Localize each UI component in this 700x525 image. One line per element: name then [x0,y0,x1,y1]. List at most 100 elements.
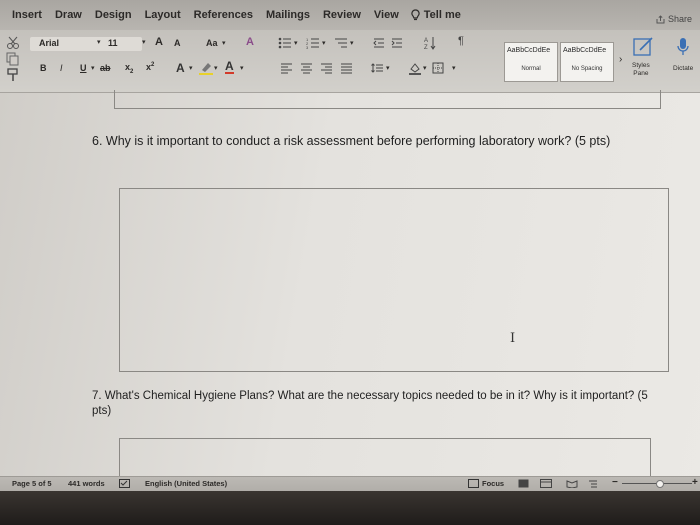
question-7-answer-box[interactable] [119,438,651,479]
styles-pane-button[interactable]: Styles Pane [632,62,650,78]
increase-indent-icon[interactable] [391,37,403,49]
tab-review[interactable]: Review [323,9,361,21]
styles-pane-icon[interactable] [632,36,656,58]
align-center-icon[interactable] [300,62,313,74]
print-layout-icon[interactable] [518,479,529,488]
italic-button[interactable]: I [60,63,63,73]
text-cursor-icon: I [510,331,516,346]
zoom-slider-thumb[interactable] [656,480,664,488]
chevron-down-icon: ▾ [423,65,427,72]
tab-draw[interactable]: Draw [55,9,82,21]
chevron-down-icon: ▾ [189,65,193,72]
chevron-down-icon: ▾ [240,65,244,72]
style-no-spacing[interactable]: AaBbCcDdEe No Spacing [560,42,614,82]
format-painter-icon[interactable] [6,68,20,82]
shading-icon[interactable] [408,61,422,75]
previous-answer-box[interactable] [114,90,661,109]
read-mode-icon[interactable] [566,479,578,488]
superscript-button[interactable]: x2 [146,62,154,72]
document-page[interactable]: 6. Why is it important to conduct a risk… [72,90,692,479]
font-size-box[interactable]: ▾ 11 ▾ [97,37,146,51]
font-color-button[interactable]: A [225,60,234,74]
ribbon-tabs: Insert Draw Design Layout References Mai… [0,0,700,30]
language-indicator[interactable]: English (United States) [145,479,227,488]
font-name-value: Arial [39,38,60,48]
bold-button[interactable]: B [40,63,47,73]
align-left-icon[interactable] [280,62,293,74]
chevron-down-icon: ▾ [386,65,390,72]
subscript-button[interactable]: x2 [125,62,133,75]
style-no-spacing-name: No Spacing [571,66,603,72]
underline-button[interactable]: U [80,63,87,73]
shrink-font-button[interactable]: A [174,38,181,48]
focus-button[interactable]: Focus [482,479,504,488]
chevron-down-icon: ▾ [350,40,354,47]
style-no-spacing-sample: AaBbCcDdEe [563,47,607,54]
chevron-down-icon: ▾ [452,65,456,72]
chevron-down-icon: ▾ [97,39,101,46]
justify-icon[interactable] [340,62,353,74]
tab-view[interactable]: View [374,9,399,21]
align-right-icon[interactable] [320,62,333,74]
focus-icon [468,479,479,488]
change-case-button[interactable]: Aa [206,38,218,48]
zoom-in-button[interactable]: + [692,477,698,488]
chevron-down-icon: ▾ [222,40,226,47]
question-7-text: 7. What's Chemical Hygiene Plans? What a… [92,390,648,417]
chevron-down-icon: ▾ [142,39,146,46]
status-bar: Page 5 of 5 441 words English (United St… [0,476,700,491]
share-icon [656,14,665,23]
pilcrow-icon[interactable]: ¶ [458,35,464,47]
share-label: Share [667,14,692,24]
copy-icon[interactable] [6,52,20,66]
style-normal[interactable]: AaBbCcDdEe Normal [504,42,558,82]
web-layout-icon[interactable] [540,479,552,488]
bullets-icon[interactable] [278,37,292,49]
tab-references[interactable]: References [194,9,253,21]
line-spacing-icon[interactable] [371,62,384,74]
chevron-down-icon: ▾ [294,40,298,47]
svg-text:A: A [424,38,428,44]
monitor-bezel [0,491,700,525]
svg-text:3: 3 [306,45,309,49]
highlighter-icon[interactable] [199,61,213,75]
share-button[interactable]: Share [656,14,692,24]
decrease-indent-icon[interactable] [373,37,385,49]
tab-insert[interactable]: Insert [12,9,42,21]
tab-design[interactable]: Design [95,9,132,21]
tab-mailings[interactable]: Mailings [266,9,310,21]
grow-font-button[interactable]: A [155,36,163,48]
tell-me-search[interactable]: Tell me [411,9,461,21]
proofing-icon[interactable] [119,479,130,488]
numbering-icon[interactable]: 123 [306,37,320,49]
style-normal-name: Normal [521,66,541,72]
zoom-out-button[interactable]: − [612,477,618,488]
cut-icon[interactable] [6,36,20,50]
page-count[interactable]: Page 5 of 5 [12,479,52,488]
dictate-button[interactable]: Dictate [673,65,693,72]
chevron-down-icon: ▾ [214,65,218,72]
borders-icon[interactable] [432,62,444,74]
word-count[interactable]: 441 words [68,479,105,488]
multilevel-list-icon[interactable] [334,37,348,49]
outline-icon[interactable] [588,479,598,488]
lightbulb-icon [411,9,420,21]
clear-formatting-button[interactable]: A [246,36,254,48]
strikethrough-button[interactable]: ab [100,63,111,73]
home-ribbon: Arial ▾ 11 ▾ A A Aa ▾ A B I U ▾ ab x2 x2… [0,30,700,93]
styles-scroll-arrow-icon[interactable]: › [619,54,622,65]
document-area[interactable]: 6. Why is it important to conduct a risk… [0,90,700,479]
svg-text:Z: Z [424,45,428,50]
chevron-down-icon: ▾ [91,65,95,72]
sort-icon[interactable]: AZ [424,36,436,50]
tab-layout[interactable]: Layout [145,9,181,21]
word-window: Insert Draw Design Layout References Mai… [0,0,700,525]
font-size-value: 11 [108,38,118,48]
microphone-icon[interactable] [676,36,690,58]
tell-me-label: Tell me [423,9,461,21]
chevron-down-icon: ▾ [322,40,326,47]
text-effects-button[interactable]: A [176,61,185,75]
question-6-answer-box[interactable] [119,188,669,372]
question-6-text: 6. Why is it important to conduct a risk… [92,134,611,148]
style-normal-sample: AaBbCcDdEe [507,47,551,54]
